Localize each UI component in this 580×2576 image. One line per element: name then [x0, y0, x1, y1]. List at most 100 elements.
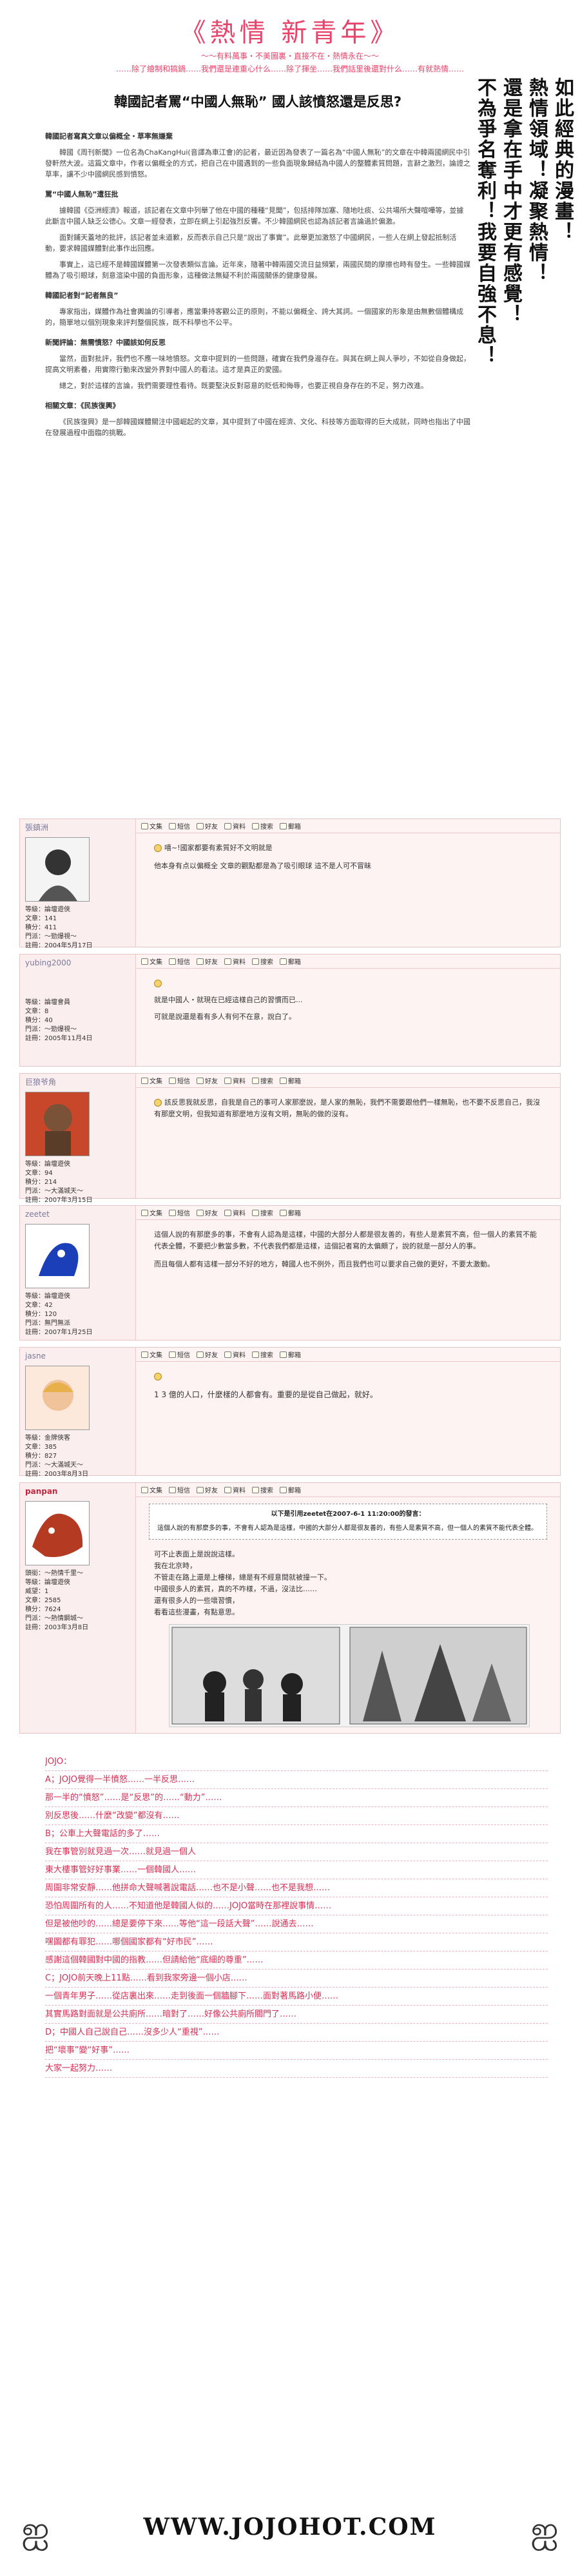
profile-button[interactable]: 資料 — [224, 956, 246, 966]
message-button[interactable]: 短信 — [169, 821, 190, 831]
mailbox-button[interactable]: 郵箱 — [280, 821, 301, 831]
mailbox-button[interactable]: 郵箱 — [280, 1485, 301, 1495]
quote-button[interactable]: 文集 — [141, 821, 162, 831]
post-text: 就是中國人・就現在已經這樣自己的習慣而已... — [154, 996, 303, 1004]
comment-line: 我在事管別就見過一次……就見過一個人 — [45, 1843, 548, 1861]
author-group: 門派：～大滿城天～ — [25, 1462, 83, 1469]
post-content: 該反思我就反思，自我是自己的事可人家那麼說，是人家的無恥，我們不需要跟他們一樣無… — [136, 1088, 560, 1129]
post-text: 中國很多人的素質，真的不咋樣，不過，沒法比…… — [154, 1585, 317, 1593]
author-group: 門派：～大滿城天～ — [25, 1188, 83, 1195]
author-rank: 等級：論壇遊俠 — [25, 1161, 70, 1168]
quote-text: 這個人說的有那麼多的事，不會有人認為是這樣，中國的大部分人都是很友善的，有些人是… — [157, 1525, 537, 1532]
quote-button[interactable]: 文集 — [141, 1350, 162, 1359]
author-score: 積分：7624 — [25, 1606, 61, 1613]
post-text: 該反思我就反思，自我是自己的事可人家那麼說，是人家的無恥，我們不需要跟他們一樣無… — [154, 1098, 540, 1118]
article-paragraph: 當然，面對批評，我們也不應一味地憤怒。文章中提到的一些問題，確實在我們身邊存在。… — [45, 354, 470, 374]
author-joined: 註冊：2007年3月15日 — [25, 1197, 93, 1204]
quoted-reply: 以下是引用zeetet在2007-6-1 11:20:00的發言： 這個人說的有… — [149, 1504, 547, 1540]
author-joined: 註冊：2003年8月3日 — [25, 1471, 89, 1478]
message-button[interactable]: 短信 — [169, 1485, 190, 1495]
search-button[interactable]: 搜索 — [252, 821, 273, 831]
author-rank: 等級：論壇遊俠 — [25, 906, 70, 913]
author-group: 門派：～熱情鋼城～ — [25, 1615, 83, 1622]
post-toolbar: 文集 短信 好友 資料 搜索 郵箱 — [136, 819, 560, 833]
profile-icon — [224, 1486, 231, 1493]
profile-button[interactable]: 資料 — [224, 1350, 246, 1359]
comment-line: 把“壞事”變“好事”…… — [45, 2042, 548, 2060]
author-rank: 等級：論壇遊俠 — [25, 1293, 70, 1300]
header-banner: 《熱情 新青年》 ～～有料萬事・不美圖裏・直接不在・熱情永在～～ ……除了繪制和… — [0, 0, 580, 77]
post-author-panel: 巨狼爷角 等級：論壇遊俠 文章：94 積分：214 門派：～大滿城天～ 註冊：2… — [20, 1074, 136, 1204]
mailbox-button[interactable]: 郵箱 — [280, 956, 301, 966]
friend-button[interactable]: 好友 — [197, 821, 218, 831]
comment-line: 周圍非常安靜……他拼命大聲喊著說電話……也不是小聲……也不是我想…… — [45, 1879, 548, 1897]
friend-button[interactable]: 好友 — [197, 1485, 218, 1495]
author-rank: 等級：論壇會員 — [25, 999, 70, 1006]
mailbox-icon — [280, 1486, 287, 1493]
site-title: 《熱情 新青年》 — [180, 18, 400, 48]
message-button[interactable]: 短信 — [169, 1208, 190, 1217]
quote-button[interactable]: 文集 — [141, 1485, 162, 1495]
message-button[interactable]: 短信 — [169, 1350, 190, 1359]
author-name[interactable]: 巨狼爷角 — [25, 1078, 130, 1087]
post-toolbar: 文集 短信 好友 資料 搜索 郵箱 — [136, 1348, 560, 1362]
profile-button[interactable]: 資料 — [224, 1485, 246, 1495]
search-button[interactable]: 搜索 — [252, 1350, 273, 1359]
forum-post: yubing2000 等級：論壇會員 文章：8 積分：40 門派：～勁爆視～ 註… — [19, 954, 561, 1067]
search-button[interactable]: 搜索 — [252, 1076, 273, 1085]
profile-button[interactable]: 資料 — [224, 821, 246, 831]
author-posts: 文章：141 — [25, 915, 57, 922]
search-button[interactable]: 搜索 — [252, 1208, 273, 1217]
profile-button[interactable]: 資料 — [224, 1208, 246, 1217]
author-name[interactable]: jasne — [25, 1351, 130, 1361]
author-joined: 註冊：2003年3月8日 — [25, 1624, 89, 1631]
post-body: 文集 短信 好友 資料 搜索 郵箱 就是中國人・就現在已經這樣自己的習慣而已..… — [136, 954, 560, 1066]
post-body: 文集 短信 好友 資料 搜索 郵箱 該反思我就反思，自我是自己的事可人家那麼說，… — [136, 1074, 560, 1198]
mail-icon — [169, 1077, 176, 1084]
avatar — [25, 1224, 90, 1288]
friend-button[interactable]: 好友 — [197, 1076, 218, 1085]
friend-button[interactable]: 好友 — [197, 956, 218, 966]
friend-icon — [197, 1077, 204, 1084]
comment-line: A；JOJO覺得一半憤怒……一半反思…… — [45, 1771, 548, 1789]
friend-icon — [197, 1209, 204, 1216]
author-name[interactable]: zeetet — [25, 1210, 130, 1219]
mailbox-button[interactable]: 郵箱 — [280, 1350, 301, 1359]
search-icon — [252, 1077, 259, 1084]
site-url[interactable]: WWW.JOJOHOT.COM — [0, 2513, 580, 2541]
article-paragraph: 總之，對於這樣的言論，我們需要理性看待。既要堅決反對惡意的貶低和侮辱，也要正視自… — [59, 382, 428, 390]
forum-post: jasne 等級：金牌俠客 文章：385 積分：827 門派：～大滿城天～ 註冊… — [19, 1347, 561, 1478]
banner-slogan-2: ……除了繪制和搞鍋……我們還是連重心什么……除了揮坐……我們話里後還對什么……有… — [115, 64, 464, 73]
search-button[interactable]: 搜索 — [252, 1485, 273, 1495]
author-name[interactable]: panpan — [25, 1487, 130, 1496]
profile-button[interactable]: 資料 — [224, 1076, 246, 1085]
article-paragraph: 據韓國《亞洲經濟》報道，該記者在文章中列舉了他在中國的種種“見聞”，包括排隊加塞… — [45, 206, 464, 226]
author-name[interactable]: 張鎮洲 — [25, 823, 130, 832]
author-score: 積分：120 — [25, 1311, 57, 1318]
author-score: 積分：827 — [25, 1453, 57, 1460]
search-button[interactable]: 搜索 — [252, 956, 273, 966]
quote-button[interactable]: 文集 — [141, 1208, 162, 1217]
avatar — [25, 1501, 90, 1565]
quote-icon — [141, 1209, 148, 1216]
author-group: 門派：無門無派 — [25, 1320, 70, 1327]
quote-icon — [141, 1486, 148, 1493]
banner-slogan: ～～有料萬事・不美圖裏・直接不在・熱情永在～～ — [200, 52, 379, 61]
related-link[interactable]: 相關文章：《民族復興》 — [45, 400, 470, 411]
article-paragraph: 事實上，這已經不是韓國媒體第一次發表類似言論。近年來，隨著中韓兩國交流日益頻繁，… — [45, 260, 470, 280]
quote-button[interactable]: 文集 — [141, 956, 162, 966]
friend-button[interactable]: 好友 — [197, 1208, 218, 1217]
post-body: 文集 短信 好友 資料 搜索 郵箱 這個人說的有那麼多的事，不會有人認為是這樣，… — [136, 1206, 560, 1340]
mailbox-button[interactable]: 郵箱 — [280, 1208, 301, 1217]
mailbox-button[interactable]: 郵箱 — [280, 1076, 301, 1085]
search-icon — [252, 1351, 259, 1358]
emoticon-icon — [154, 1099, 162, 1107]
message-button[interactable]: 短信 — [169, 1076, 190, 1085]
friend-button[interactable]: 好友 — [197, 1350, 218, 1359]
quote-button[interactable]: 文集 — [141, 1076, 162, 1085]
author-name[interactable]: yubing2000 — [25, 958, 130, 967]
mail-icon — [169, 958, 176, 965]
quote-icon — [141, 958, 148, 965]
message-button[interactable]: 短信 — [169, 956, 190, 966]
avatar — [25, 1092, 90, 1156]
